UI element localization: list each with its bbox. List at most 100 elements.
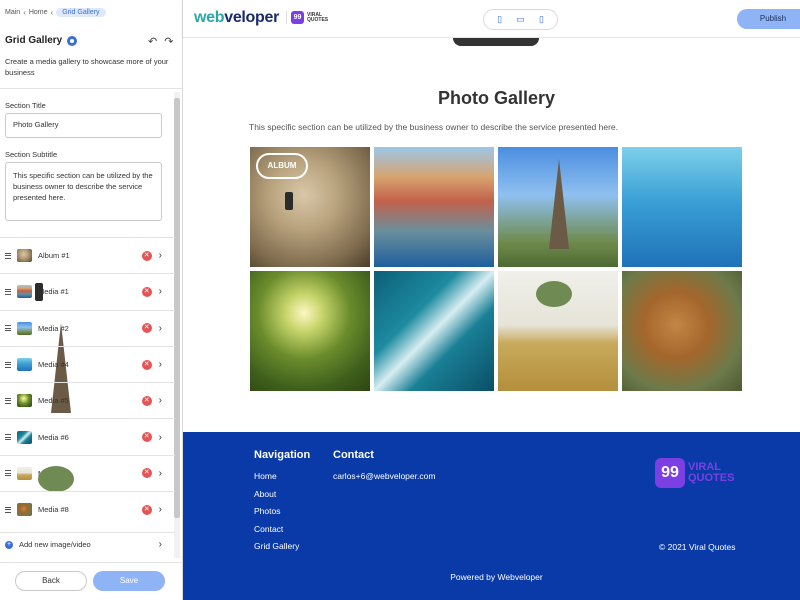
back-button[interactable]: Back [15,571,87,591]
editor-panel: Main ‹ Home ‹ Grid Gallery Grid Gallery … [0,0,183,600]
add-media-row[interactable]: + Add new image/video › [0,532,175,556]
list-item[interactable]: Media #5 ✕ › [0,382,175,418]
remove-icon[interactable]: ✕ [141,468,152,479]
gallery-title: Photo Gallery [437,88,556,108]
chevron-right-icon: › [158,539,162,550]
redo-icon[interactable]: ↷ [164,35,173,48]
list-item[interactable]: Album #1 ✕ › [0,237,175,273]
gallery-tile[interactable] [622,147,742,267]
desktop-icon[interactable]: ▭ [516,14,525,25]
gallery-tile[interactable] [498,271,618,391]
footer-link-grid-gallery[interactable]: Grid Gallery [254,541,299,551]
chevron-left-icon: ‹ [23,7,26,17]
list-item[interactable]: Media #6 ✕ › [0,418,175,454]
gallery-tile[interactable] [374,147,494,267]
footer-link-home[interactable]: Home [254,471,299,481]
item-label: Album #1 [38,251,70,261]
item-label: Media #6 [38,432,69,442]
remove-icon[interactable]: ✕ [141,359,152,370]
gallery-subtitle: This specific section can be utilized by… [249,122,619,132]
remove-icon[interactable]: ✕ [141,432,152,443]
breadcrumb-home[interactable]: Home [29,9,48,16]
item-label: Media #5 [38,396,69,406]
section-subtitle-label: Section Subtitle [5,150,58,159]
chevron-right-icon[interactable]: › [159,504,162,515]
panel-footer: Back Save [0,562,182,600]
drag-handle-icon[interactable] [5,506,11,513]
list-item[interactable]: Media #8 ✕ › [0,491,175,527]
chevron-right-icon[interactable]: › [159,432,162,443]
remove-icon[interactable]: ✕ [141,250,152,261]
top-bar: webveloper 99 VIRAL QUOTES ▯ ▭ ▯ Publish [183,0,800,38]
chevron-right-icon[interactable]: › [159,359,162,370]
undo-redo: ↶ ↷ [148,35,173,48]
drag-handle-icon[interactable] [5,470,11,477]
section-title-label: Section Title [5,101,46,110]
add-media-label: Add new image/video [19,540,91,549]
chevron-right-icon[interactable]: › [159,468,162,479]
gallery-tile[interactable] [250,271,370,391]
remove-icon[interactable]: ✕ [141,323,152,334]
item-label: Media #4 [38,360,69,370]
thumbnail [17,358,32,372]
gallery-grid: ALBUM [250,147,742,391]
drag-handle-icon[interactable] [5,434,11,441]
thumbnail [17,430,32,444]
drag-handle-icon[interactable] [5,361,11,368]
panel-title: Grid Gallery [5,35,78,46]
footer-copyright: © 2021 Viral Quotes [659,542,736,552]
footer-email[interactable]: carlos+6@webveloper.com [333,471,435,481]
viral-quotes-badge: 99 [291,11,304,24]
remove-icon[interactable]: ✕ [141,286,152,297]
site-footer: Navigation Home About Photos Contact Gri… [183,432,800,600]
footer-nav-links: Home About Photos Contact Grid Gallery [254,471,299,551]
drag-handle-icon[interactable] [5,325,11,332]
chevron-left-icon: ‹ [50,7,54,17]
chevron-right-icon[interactable]: › [159,286,162,297]
chevron-right-icon[interactable]: › [159,323,162,334]
breadcrumb-main[interactable]: Main [5,9,20,16]
list-item[interactable]: Media #2 ✕ › [0,309,175,346]
save-button[interactable]: Save [93,571,165,591]
gallery-tile[interactable] [374,271,494,391]
list-item[interactable]: Media #4 ✕ › [0,345,175,382]
mobile-icon[interactable]: ▯ [497,14,502,25]
gear-icon[interactable] [67,35,78,46]
footer-link-about[interactable]: About [254,489,299,499]
breadcrumb: Main ‹ Home ‹ Grid Gallery [5,6,106,18]
brand-web-text: web [194,9,225,26]
drag-handle-icon[interactable] [5,397,11,404]
footer-link-photos[interactable]: Photos [254,506,299,516]
list-item[interactable]: Media #1 ✕ › [0,273,175,309]
undo-icon[interactable]: ↶ [148,35,157,48]
webveloper-logo[interactable]: webveloper [194,9,279,27]
chevron-right-icon[interactable]: › [159,250,162,261]
section-subtitle-input[interactable]: This specific section can be utilized by… [5,162,162,221]
footer-logo-line2: QUOTES [688,472,735,484]
vq-line2: QUOTES [307,16,329,23]
list-item[interactable]: Media #7 ✕ › [0,454,175,491]
thumbnail [17,503,32,517]
gallery-tile[interactable] [498,147,618,267]
publish-button[interactable]: Publish [737,9,800,29]
item-label: Media #1 [38,287,69,297]
brand-rest-text: veloper [224,9,280,26]
item-label: Media #8 [38,505,69,515]
drag-handle-icon[interactable] [5,288,11,295]
gallery-tile-album[interactable]: ALBUM [250,147,370,267]
footer-link-contact[interactable]: Contact [254,524,299,534]
gallery-tile[interactable] [622,271,742,391]
drag-handle-icon[interactable] [5,252,11,259]
plus-icon: + [5,540,13,549]
tablet-icon[interactable]: ▯ [539,14,544,25]
thumbnail [17,249,32,263]
header-nav-bar [453,38,539,46]
footer-viral-quotes-logo: 99 VIRAL QUOTES [655,458,734,488]
chevron-right-icon[interactable]: › [159,395,162,406]
remove-icon[interactable]: ✕ [141,504,152,515]
viral-quotes-text: VIRAL QUOTES [307,12,329,23]
panel-title-text: Grid Gallery [5,35,63,46]
remove-icon[interactable]: ✕ [141,395,152,406]
footer-contact-title: Contact [333,449,374,461]
section-title-input[interactable]: Photo Gallery [5,113,162,138]
